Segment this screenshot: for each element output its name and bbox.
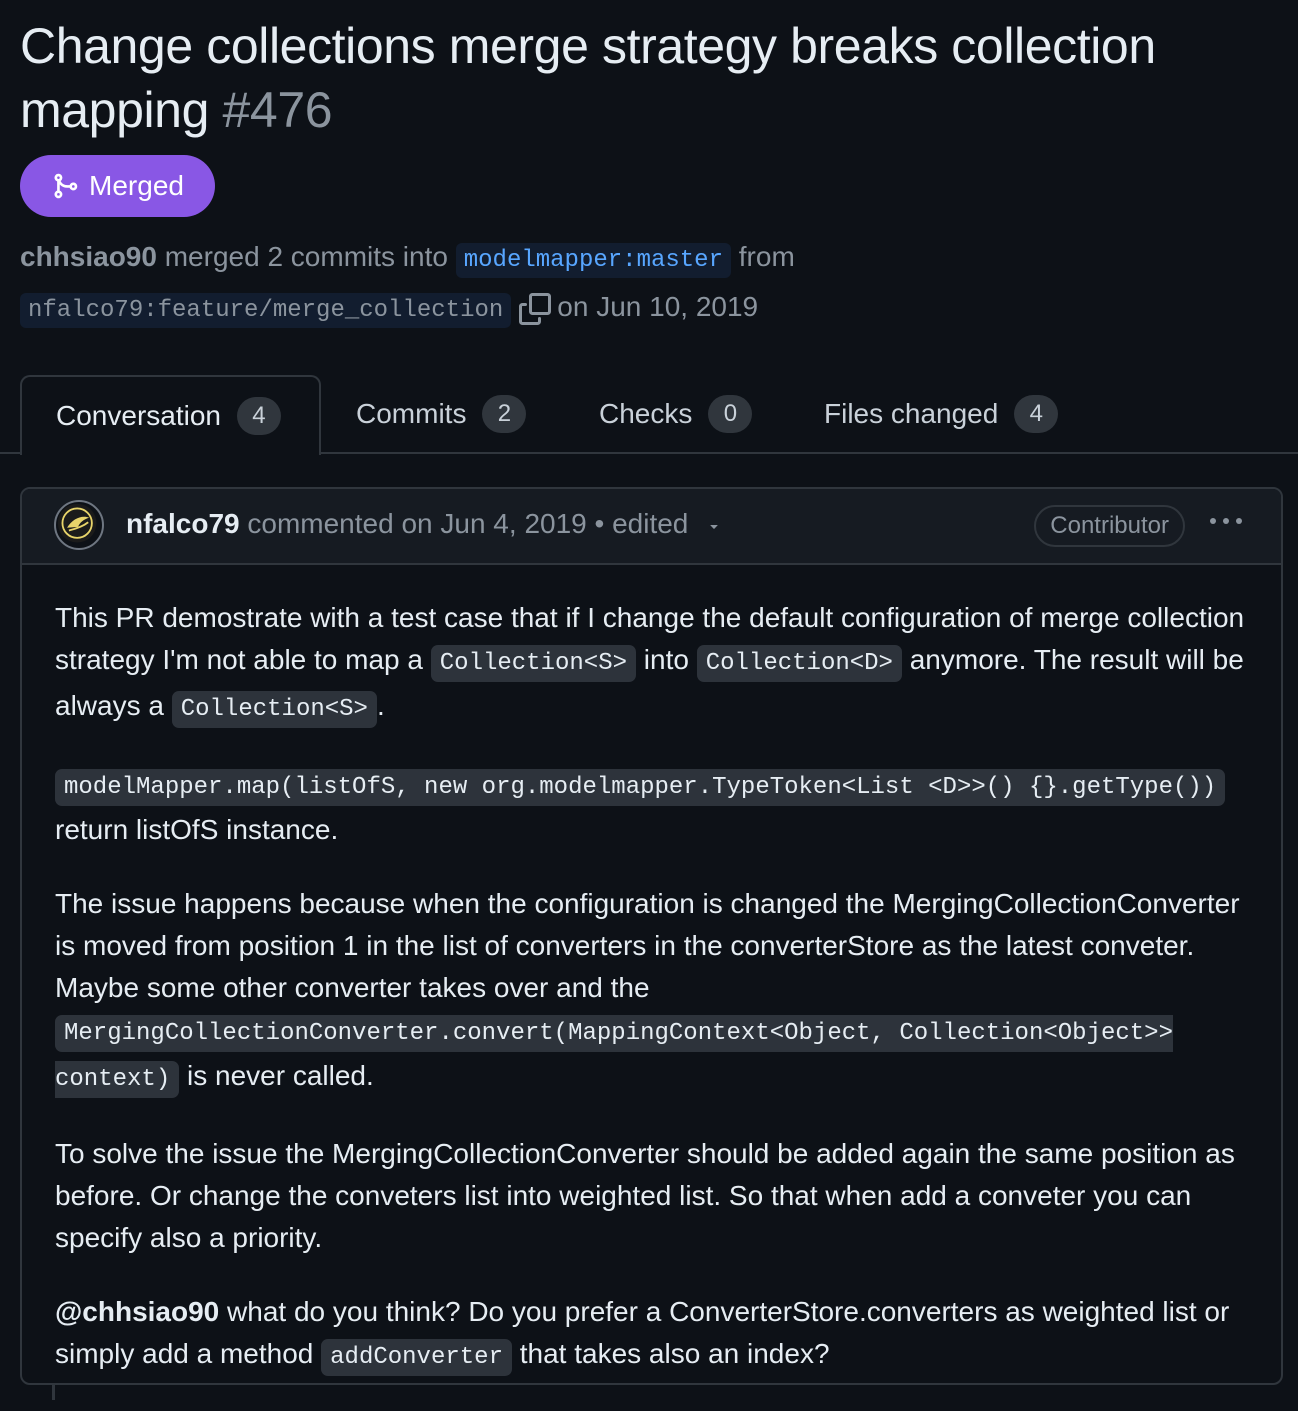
pr-title: Change collections merge strategy breaks… bbox=[20, 14, 1270, 142]
git-merge-icon bbox=[54, 173, 78, 199]
copy-icon[interactable] bbox=[519, 292, 552, 325]
merged-status-label: Merged bbox=[89, 170, 184, 201]
merged-status-badge: Merged bbox=[20, 155, 215, 217]
comment-action[interactable]: commented on Jun 4, 2019 • edited bbox=[247, 508, 688, 539]
text: is never called. bbox=[187, 1060, 374, 1091]
tab-count: 0 bbox=[708, 395, 753, 433]
inline-code: Collection<S> bbox=[171, 691, 377, 728]
user-mention[interactable]: @chhsiao90 bbox=[55, 1296, 219, 1327]
contributor-badge: Contributor bbox=[1034, 505, 1185, 547]
merger-link[interactable]: chhsiao90 bbox=[20, 241, 157, 272]
avatar-image bbox=[57, 503, 97, 543]
tab-count: 4 bbox=[236, 397, 281, 435]
comment-author[interactable]: nfalco79 bbox=[126, 508, 240, 539]
comment-paragraph: modelMapper.map(listOfS, new org.modelma… bbox=[55, 763, 1255, 851]
text: The issue happens because when the confi… bbox=[55, 888, 1240, 1003]
inline-code: modelMapper.map(listOfS, new org.modelma… bbox=[55, 769, 1226, 806]
inline-code: Collection<D> bbox=[696, 645, 902, 682]
caret-down-icon[interactable] bbox=[706, 518, 722, 534]
timeline-line bbox=[52, 1385, 55, 1400]
text: . bbox=[376, 690, 385, 721]
comment-header: nfalco79 commented on Jun 4, 2019 • edit… bbox=[22, 489, 1281, 565]
comment-paragraph: @chhsiao90 what do you think? Do you pre… bbox=[55, 1291, 1255, 1379]
comment-author-line: nfalco79 commented on Jun 4, 2019 • edit… bbox=[126, 504, 722, 544]
tab-conversation[interactable]: Conversation 4 bbox=[20, 375, 321, 455]
text: that takes also an index? bbox=[519, 1338, 830, 1369]
pr-title-text: Change collections merge strategy breaks… bbox=[20, 18, 1156, 138]
comment-card: nfalco79 commented on Jun 4, 2019 • edit… bbox=[20, 487, 1283, 1385]
tab-label: Conversation bbox=[56, 400, 221, 431]
from-text: from bbox=[738, 241, 795, 272]
comment-paragraph: This PR demostrate with a test case that… bbox=[55, 597, 1255, 731]
merged-text: merged 2 commits into bbox=[164, 241, 448, 272]
tab-count: 4 bbox=[1014, 395, 1059, 433]
tab-files-changed[interactable]: Files changed 4 bbox=[824, 375, 1059, 453]
comment-paragraph: To solve the issue the MergingCollection… bbox=[55, 1138, 1235, 1253]
inline-code: addConverter bbox=[321, 1339, 512, 1376]
head-branch[interactable]: nfalco79:feature/merge_collection bbox=[20, 293, 512, 328]
tab-label: Commits bbox=[356, 398, 467, 429]
tab-commits[interactable]: Commits 2 bbox=[356, 375, 527, 453]
comment-paragraph: The issue happens because when the confi… bbox=[55, 883, 1255, 1101]
tab-label: Checks bbox=[599, 398, 693, 429]
tab-count: 2 bbox=[482, 395, 527, 433]
inline-code: Collection<S> bbox=[430, 645, 636, 682]
text: return listOfS instance. bbox=[55, 814, 339, 845]
tab-checks[interactable]: Checks 0 bbox=[599, 375, 753, 453]
comment-body: This PR demostrate with a test case that… bbox=[55, 597, 1255, 1411]
base-branch[interactable]: modelmapper:master bbox=[455, 243, 731, 278]
kebab-icon[interactable] bbox=[1209, 517, 1243, 525]
pr-number: #476 bbox=[222, 82, 333, 138]
text: into bbox=[643, 644, 689, 675]
merge-date: on Jun 10, 2019 bbox=[557, 291, 759, 322]
tab-label: Files changed bbox=[824, 398, 999, 429]
avatar[interactable] bbox=[54, 500, 104, 550]
pr-meta: chhsiao90 merged 2 commits into modelmap… bbox=[20, 234, 880, 334]
